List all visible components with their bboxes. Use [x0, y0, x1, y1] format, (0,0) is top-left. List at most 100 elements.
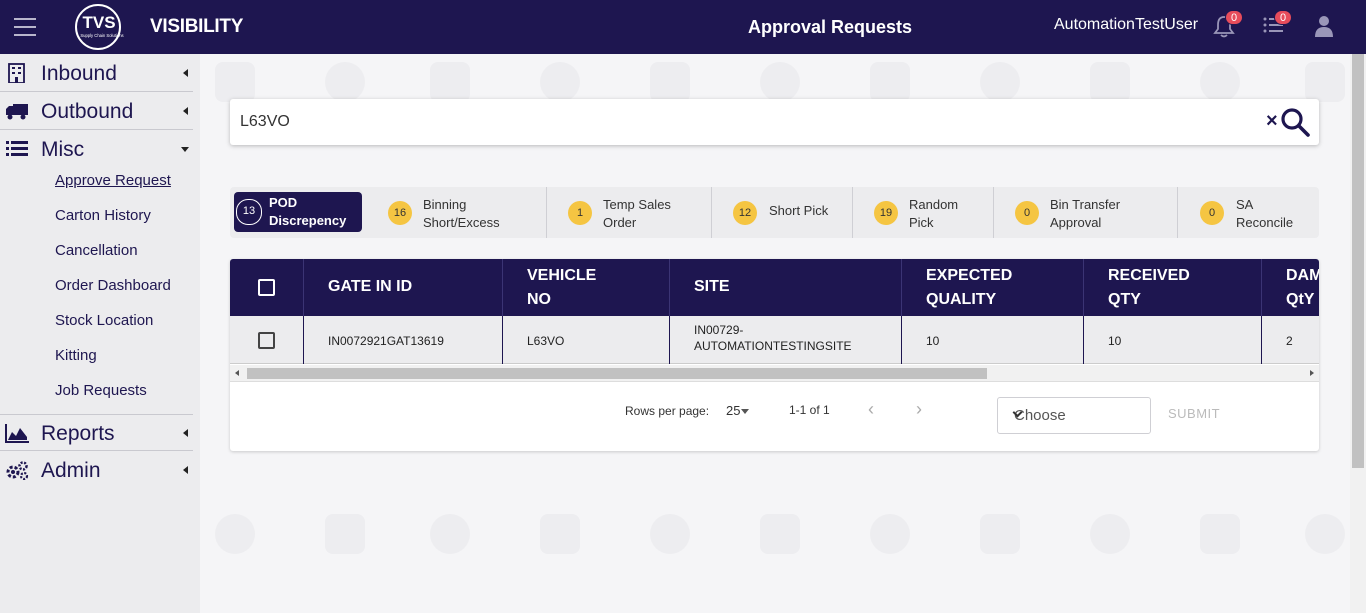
table-row[interactable]: IN0072921GAT13619 L63VO IN00729- AUTOMATI… [230, 316, 1319, 364]
caret-left-icon [183, 69, 188, 77]
cell-gate-in-id: IN0072921GAT13619 [304, 316, 503, 364]
tab-label: Short Pick [769, 203, 829, 218]
pagination-range: 1-1 of 1 [789, 403, 830, 417]
tab-label: POD Discrepency [269, 195, 347, 228]
logo-text: TVS [82, 13, 115, 32]
horizontal-scrollbar[interactable] [230, 365, 1319, 382]
tab-count: 0 [1200, 201, 1224, 225]
tab-label: Bin Transfer Approval [1050, 197, 1121, 230]
tab-bin-transfer-approval[interactable]: 0 Bin Transfer Approval [994, 187, 1178, 238]
column-header-gate-in-id[interactable]: GATE IN ID [304, 259, 503, 316]
tab-label: Binning Short/Excess [423, 197, 500, 230]
tab-temp-sales-order[interactable]: 1 Temp Sales Order [547, 187, 712, 238]
sidebar: Inbound Outbound Misc Approve Request Ca… [0, 54, 200, 613]
truck-icon [6, 104, 28, 120]
tasks-badge: 0 [1274, 10, 1292, 25]
scroll-left-icon[interactable] [235, 370, 239, 376]
caret-left-icon [183, 107, 188, 115]
sidebar-item-label: Admin [41, 459, 101, 482]
sidebar-item-label: Outbound [41, 100, 134, 123]
action-select[interactable]: Choose [997, 397, 1151, 434]
rows-per-page-caret-icon[interactable] [741, 409, 749, 414]
building-icon [8, 63, 25, 83]
tab-count: 12 [733, 201, 757, 225]
select-all-checkbox[interactable] [258, 279, 275, 296]
notifications-bell-icon[interactable]: 0 [1213, 10, 1243, 38]
rows-per-page-select[interactable]: 25 [726, 403, 740, 418]
sidebar-item-misc[interactable]: Misc [0, 131, 193, 168]
scroll-right-icon[interactable] [1310, 370, 1314, 376]
column-header-vehicle-no[interactable]: VEHICLE NO [503, 259, 670, 316]
sidebar-item-reports[interactable]: Reports [0, 414, 193, 451]
row-select-cell [230, 316, 304, 364]
tab-label: Random Pick [909, 197, 959, 230]
search-bar: × [230, 99, 1319, 145]
tab-binning-short-excess[interactable]: 16 Binning Short/Excess [367, 187, 547, 238]
tasks-list-icon[interactable]: 0 [1262, 10, 1292, 36]
brand-name: VISIBILITY [150, 16, 244, 37]
sidebar-subitem-kitting[interactable]: Kitting [55, 347, 97, 364]
row-checkbox[interactable] [258, 332, 275, 349]
tvs-logo: TVS Supply Chain Solutions [75, 4, 124, 50]
page-scrollbar[interactable] [1350, 54, 1366, 613]
user-avatar-icon[interactable] [1314, 15, 1334, 37]
rows-per-page-label: Rows per page: [625, 404, 710, 418]
list-icon [6, 141, 28, 156]
column-header-damaged-qty[interactable]: DAM QtY [1262, 259, 1319, 316]
search-input[interactable] [240, 109, 1240, 135]
approval-table-card: GATE IN ID VEHICLE NO SITE EXPECTED QUALIT… [230, 259, 1319, 451]
column-header-site[interactable]: SITE [670, 259, 902, 316]
scrollbar-thumb[interactable] [247, 368, 987, 379]
sidebar-item-label: Misc [41, 138, 85, 161]
sidebar-item-admin[interactable]: Admin [0, 452, 193, 489]
table-footer: Rows per page: 25 1-1 of 1 ‹ › Choose SU… [230, 382, 1319, 451]
chevron-left-icon[interactable]: ‹ [868, 400, 884, 418]
sidebar-item-label: Reports [41, 422, 115, 445]
tab-count: 0 [1015, 201, 1039, 225]
search-icon[interactable] [1280, 107, 1310, 137]
tab-count: 19 [874, 201, 898, 225]
username[interactable]: AutomationTestUser [1054, 16, 1198, 34]
chevron-right-icon[interactable]: › [916, 400, 932, 418]
approval-tabs: 13 POD Discrepency 16 Binning Short/Excess… [230, 187, 1319, 238]
area-chart-icon [5, 424, 29, 443]
column-header-received-qty[interactable]: RECEIVED QTY [1084, 259, 1262, 316]
sidebar-subitem-order-dashboard[interactable]: Order Dashboard [55, 277, 171, 294]
tab-pod-discrepency[interactable]: 13 POD Discrepency [234, 192, 362, 232]
sidebar-subitem-stock-location[interactable]: Stock Location [55, 312, 153, 329]
tab-sa-reconcile[interactable]: 0 SA Reconcile [1178, 187, 1319, 238]
tab-count: 1 [568, 201, 592, 225]
tab-count: 13 [236, 199, 262, 225]
clear-search-icon[interactable]: × [1266, 109, 1278, 133]
tab-label: SA Reconcile [1236, 197, 1294, 230]
gears-icon [6, 461, 29, 480]
hamburger-menu-icon[interactable] [14, 18, 36, 36]
sidebar-subitem-carton-history[interactable]: Carton History [55, 207, 151, 224]
cell-site: IN00729- AUTOMATIONTESTINGSITE [670, 316, 902, 364]
caret-left-icon [183, 466, 188, 474]
sidebar-subitem-cancellation[interactable]: Cancellation [55, 242, 138, 259]
submit-button[interactable]: SUBMIT [1168, 406, 1220, 421]
tab-random-pick[interactable]: 19 Random Pick [853, 187, 994, 238]
sidebar-item-inbound[interactable]: Inbound [0, 55, 193, 92]
column-header-expected-quality[interactable]: EXPECTED QUALITY [902, 259, 1084, 316]
sidebar-item-outbound[interactable]: Outbound [0, 93, 193, 130]
sidebar-item-label: Inbound [41, 62, 117, 85]
page-scrollbar-thumb[interactable] [1352, 54, 1364, 468]
tab-label: Temp Sales Order [603, 197, 671, 230]
caret-down-icon [181, 147, 189, 152]
cell-damaged-qty: 2 [1286, 334, 1293, 348]
page-title: Approval Requests [748, 17, 913, 37]
tab-short-pick[interactable]: 12 Short Pick [712, 187, 853, 238]
select-all-cell [230, 259, 304, 316]
caret-left-icon [183, 429, 188, 437]
sidebar-subitem-approve-request[interactable]: Approve Request [55, 172, 171, 189]
logo-subtext: Supply Chain Solutions [80, 33, 123, 38]
top-bar: TVS Supply Chain Solutions VISIBILITY Ap… [0, 0, 1366, 54]
cell-vehicle-no: L63VO [503, 316, 670, 364]
table-header: GATE IN ID VEHICLE NO SITE EXPECTED QUALIT… [230, 259, 1319, 316]
notifications-badge: 0 [1225, 10, 1243, 25]
cell-received-qty: 10 [1084, 316, 1262, 364]
sidebar-subitem-job-requests[interactable]: Job Requests [55, 382, 147, 399]
action-select-value: Choose [1014, 407, 1066, 424]
